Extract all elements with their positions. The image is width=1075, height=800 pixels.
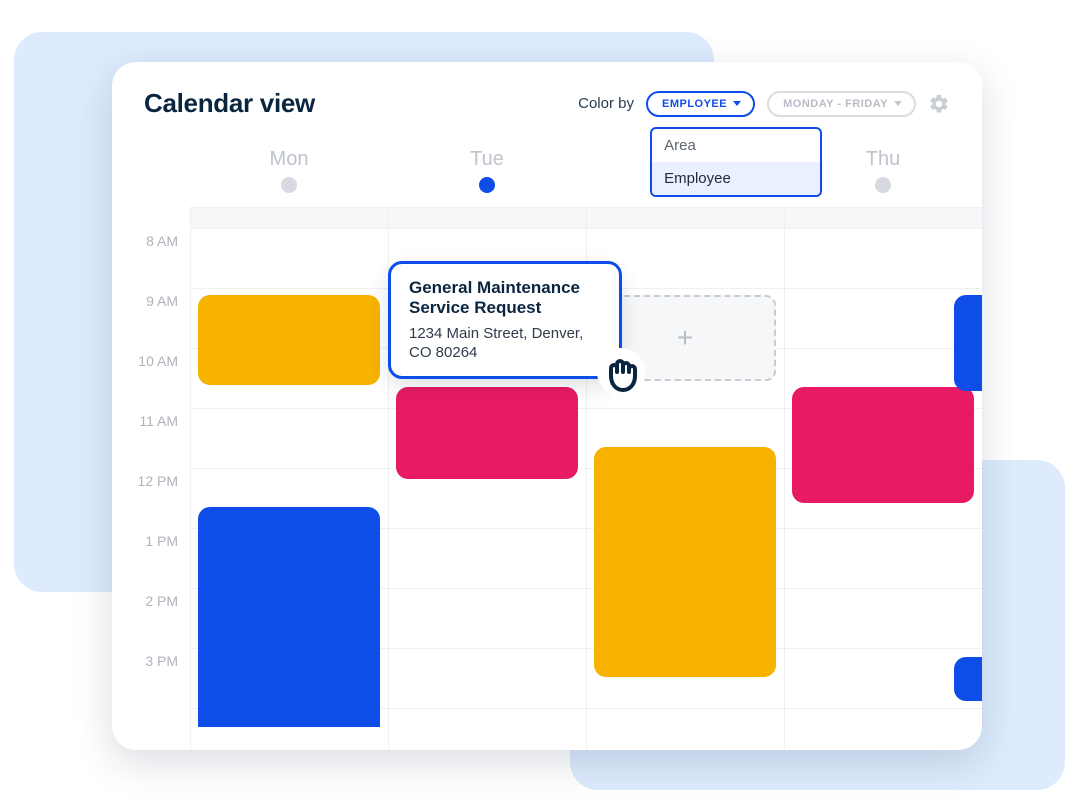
chevron-down-icon — [733, 101, 741, 106]
time-label: 1 PM — [112, 529, 190, 589]
tooltip-title: General Maintenance Service Request — [409, 278, 601, 319]
day-header-tue[interactable]: Tue — [388, 133, 586, 207]
colorby-label: Color by — [578, 95, 634, 112]
day-header-row: Mon Tue Wed Thu — [190, 133, 982, 207]
event-tooltip: General Maintenance Service Request 1234… — [388, 261, 622, 379]
colorby-value: EMPLOYEE — [662, 98, 727, 110]
event-block[interactable] — [954, 295, 982, 391]
topbar: Calendar view Color by EMPLOYEE MONDAY -… — [112, 62, 982, 133]
day-label: Mon — [270, 148, 309, 171]
time-label: 12 PM — [112, 469, 190, 529]
day-column-thu[interactable] — [784, 229, 982, 750]
grab-cursor-icon — [597, 348, 645, 396]
calendar-grid: Mon Tue Wed Thu 8 AM 9 AM 10 AM — [112, 133, 982, 750]
day-column-mon[interactable] — [190, 229, 388, 750]
calendar-card: Calendar view Color by EMPLOYEE MONDAY -… — [112, 62, 982, 750]
gear-icon[interactable] — [928, 93, 950, 115]
day-dot — [875, 177, 891, 193]
time-label: 2 PM — [112, 589, 190, 649]
event-block[interactable] — [198, 295, 380, 385]
chevron-down-icon — [894, 101, 902, 106]
event-block[interactable] — [594, 447, 776, 677]
day-dot — [479, 177, 495, 193]
day-label: Tue — [470, 148, 504, 171]
page-title: Calendar view — [144, 88, 315, 119]
colorby-dropdown: Area Employee — [650, 127, 822, 197]
day-dot — [281, 177, 297, 193]
allday-row — [190, 207, 982, 229]
time-label: 9 AM — [112, 289, 190, 349]
time-labels: 8 AM 9 AM 10 AM 11 AM 12 PM 1 PM 2 PM 3 … — [112, 229, 190, 709]
event-block[interactable] — [792, 387, 974, 503]
day-label: Thu — [866, 148, 900, 171]
time-label: 8 AM — [112, 229, 190, 289]
time-label: 11 AM — [112, 409, 190, 469]
event-block[interactable] — [954, 657, 982, 701]
events-layer: + General Maintenance Service Request 12… — [190, 229, 982, 750]
event-block[interactable] — [396, 387, 578, 479]
time-label: 3 PM — [112, 649, 190, 709]
dropdown-option-employee[interactable]: Employee — [652, 162, 820, 195]
event-block[interactable] — [198, 507, 380, 727]
dropdown-option-area[interactable]: Area — [652, 129, 820, 162]
time-label: 10 AM — [112, 349, 190, 409]
controls: Color by EMPLOYEE MONDAY - FRIDAY Area E… — [578, 91, 950, 117]
day-header-mon[interactable]: Mon — [190, 133, 388, 207]
daterange-value: MONDAY - FRIDAY — [783, 98, 888, 110]
colorby-select[interactable]: EMPLOYEE — [646, 91, 755, 117]
tooltip-address: 1234 Main Street, Denver, CO 80264 — [409, 325, 601, 363]
daterange-select[interactable]: MONDAY - FRIDAY — [767, 91, 916, 117]
plus-icon: + — [677, 322, 693, 354]
